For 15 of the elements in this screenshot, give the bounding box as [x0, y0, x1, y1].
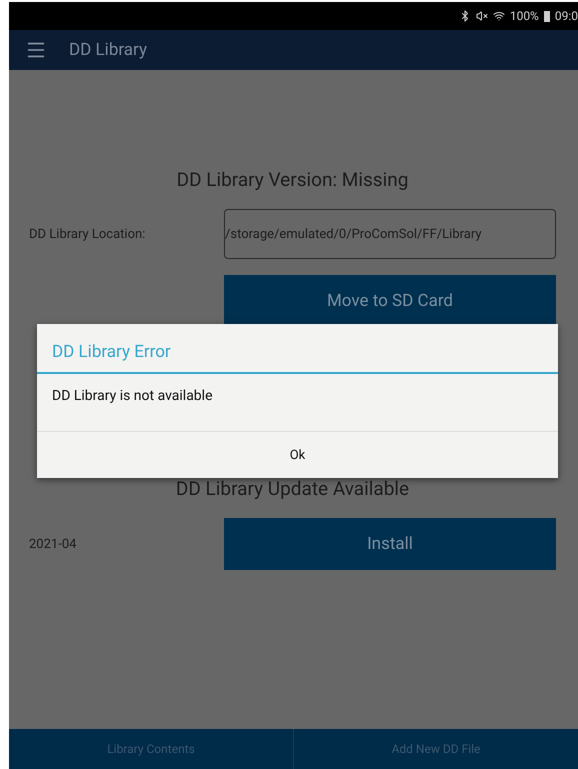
battery-icon	[544, 10, 550, 22]
dialog-title: DD Library Error	[37, 324, 558, 374]
version-heading: DD Library Version: Missing	[176, 168, 410, 191]
battery-percent: 100%	[510, 9, 539, 23]
location-label: DD Library Location:	[29, 226, 146, 242]
mute-icon	[476, 10, 488, 22]
app-title: DD Library	[69, 40, 147, 60]
update-heading: DD Library Update Available	[174, 477, 410, 500]
dialog-message: DD Library is not available	[37, 374, 558, 432]
update-version: 2021-04	[29, 536, 78, 552]
install-button[interactable]: Install	[224, 518, 556, 570]
clock: 09:0	[554, 9, 578, 23]
location-field[interactable]: /storage/emulated/0/ProComSol/FF/Library	[224, 209, 556, 259]
ok-button[interactable]: Ok	[37, 432, 558, 478]
move-button[interactable]: Move to SD Card	[224, 275, 556, 327]
